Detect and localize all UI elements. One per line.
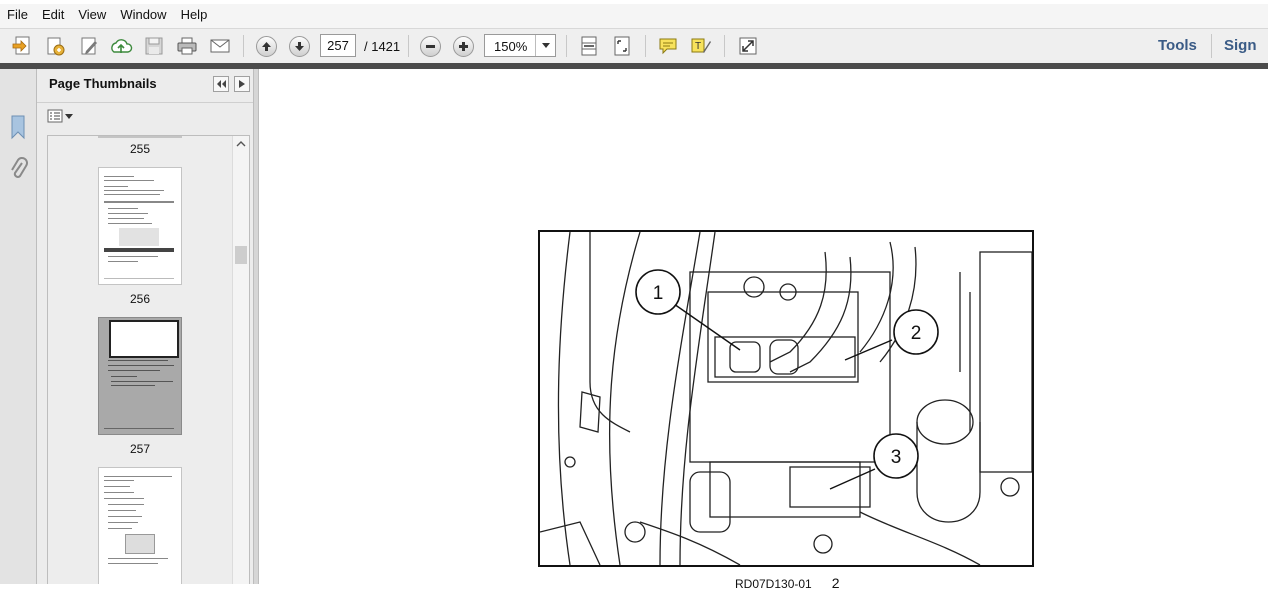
arrow-down-icon: [288, 35, 310, 57]
thumbnail-page-257[interactable]: [98, 317, 182, 435]
menu-file[interactable]: File: [0, 1, 35, 29]
double-chevron-left-icon: [217, 80, 226, 88]
thumbnail-scrollbar[interactable]: [232, 136, 249, 584]
page-number-input[interactable]: 257: [320, 34, 356, 57]
callout-2-label: 2: [911, 323, 922, 344]
navigation-rail: [0, 69, 37, 584]
sign-link[interactable]: Sign: [1224, 37, 1257, 54]
thumbnail-label-256: 256: [129, 292, 151, 306]
menu-help[interactable]: Help: [174, 1, 215, 29]
svg-text:T: T: [695, 41, 701, 52]
previous-page-button[interactable]: [254, 34, 278, 58]
document-view[interactable]: 1 2 3 RD07D130-01 2: [259, 69, 1268, 591]
zoom-in-button[interactable]: [451, 34, 475, 58]
email-icon[interactable]: [208, 34, 232, 58]
fit-page-icon[interactable]: [610, 34, 634, 58]
thumbnail-list[interactable]: 255 256 257: [47, 135, 250, 584]
collapse-panel-button[interactable]: [213, 76, 229, 92]
expand-panel-button[interactable]: [234, 76, 250, 92]
highlight-text-icon[interactable]: T: [689, 34, 713, 58]
thumbnails-panel: Page Thumbnails 255 256 257: [37, 69, 253, 584]
next-page-button[interactable]: [287, 34, 311, 58]
bookmark-icon[interactable]: [8, 114, 28, 143]
chevron-down-icon[interactable]: [535, 35, 555, 56]
menu-bar: File Edit View Window Help: [0, 0, 1268, 28]
minus-icon: [419, 35, 441, 57]
menu-view[interactable]: View: [71, 1, 113, 29]
zoom-value: 150%: [494, 39, 528, 54]
toolbar: 257 / 1421 150% T Tools Sign: [0, 28, 1268, 64]
arrow-up-icon: [255, 35, 277, 57]
callout-1-label: 1: [653, 283, 664, 304]
engine-line-drawing: 1 2 3: [540, 232, 1032, 565]
callout-3-label: 3: [891, 447, 902, 468]
zoom-out-button[interactable]: [418, 34, 442, 58]
chevron-up-icon: [236, 141, 246, 147]
attachment-icon[interactable]: [8, 155, 28, 186]
thumbnail-label-255: 255: [129, 142, 151, 156]
figure-engine-diagram: 1 2 3: [538, 230, 1034, 567]
thumbnail-label-257: 257: [129, 442, 151, 456]
print-icon[interactable]: [175, 34, 199, 58]
thumbnail-page-256[interactable]: [98, 167, 182, 285]
fit-width-icon[interactable]: [577, 34, 601, 58]
thumbnail-page-258[interactable]: [98, 467, 182, 584]
upload-cloud-icon[interactable]: [109, 34, 133, 58]
tools-link[interactable]: Tools: [1158, 37, 1197, 54]
menu-window[interactable]: Window: [113, 1, 173, 29]
plus-icon: [452, 35, 474, 57]
list-options-icon: [47, 109, 63, 123]
save-icon[interactable]: [142, 34, 166, 58]
menu-edit[interactable]: Edit: [35, 1, 71, 29]
thumbnail-options-button[interactable]: [47, 109, 73, 123]
panel-title: Page Thumbnails: [49, 76, 157, 91]
chevron-right-icon: [239, 80, 245, 88]
figure-caption: RD07D130-01 2: [735, 575, 840, 591]
expand-icon[interactable]: [736, 34, 760, 58]
figure-code: RD07D130-01: [735, 577, 812, 591]
comment-icon[interactable]: [656, 34, 680, 58]
page-total: / 1421: [364, 39, 401, 54]
figure-number: 2: [831, 575, 840, 591]
create-icon[interactable]: [10, 34, 34, 58]
chevron-down-icon: [65, 113, 73, 119]
zoom-select[interactable]: 150%: [484, 34, 556, 57]
edit-pdf-icon[interactable]: [77, 34, 101, 58]
combine-files-icon[interactable]: [43, 34, 67, 58]
